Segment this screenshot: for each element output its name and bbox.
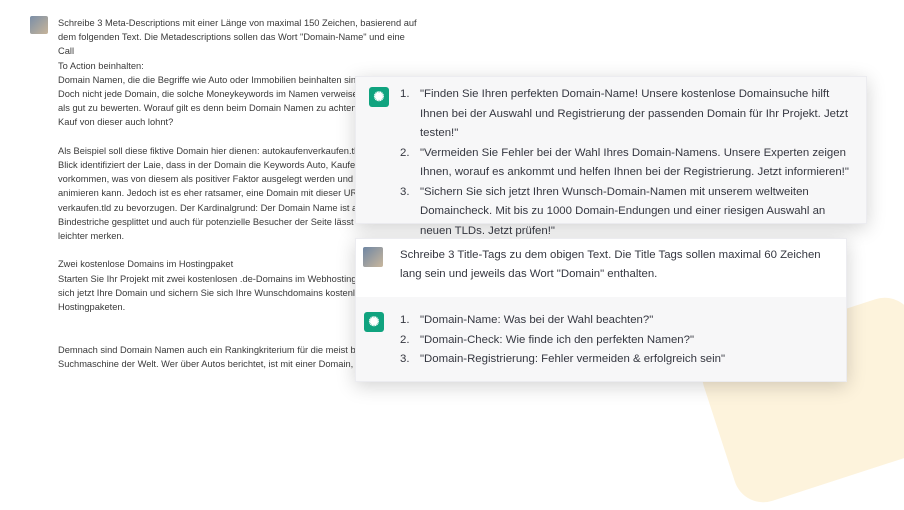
list-item: 1. "Finden Sie Ihren perfekten Domain-Na… (400, 88, 849, 139)
title-tag-list: 1. "Domain-Name: Was bei der Wahl beacht… (400, 311, 830, 370)
user-prompt-row: Schreibe 3 Title-Tags zu dem obigen Text… (356, 239, 846, 298)
user-avatar (30, 16, 48, 34)
list-item: 3. "Domain-Registrierung: Fehler vermeid… (400, 353, 726, 365)
chat-card-title-tags: Schreibe 3 Title-Tags zu dem obigen Text… (355, 238, 847, 382)
list-item: 2. "Vermeiden Sie Fehler bei der Wahl Ih… (400, 146, 849, 179)
assistant-response-row: ✺ 1. "Domain-Name: Was bei der Wahl beac… (356, 297, 846, 381)
list-item: 2. "Domain-Check: Wie finde ich den perf… (400, 333, 694, 346)
list-item: 1. "Domain-Name: Was bei der Wahl beacht… (400, 314, 654, 326)
chatgpt-icon: ✺ (364, 312, 384, 332)
user-avatar (363, 247, 383, 267)
response-card-meta-descriptions: ✺ 1. "Finden Sie Ihren perfekten Domain-… (355, 76, 867, 237)
chatgpt-icon: ✺ (369, 87, 389, 107)
list-item: 3. "Sichern Sie sich jetzt Ihren Wunsch-… (400, 185, 826, 237)
meta-description-list: 1. "Finden Sie Ihren perfekten Domain-Na… (400, 85, 855, 241)
user-prompt-text: Schreibe 3 Title-Tags zu dem obigen Text… (400, 249, 821, 280)
